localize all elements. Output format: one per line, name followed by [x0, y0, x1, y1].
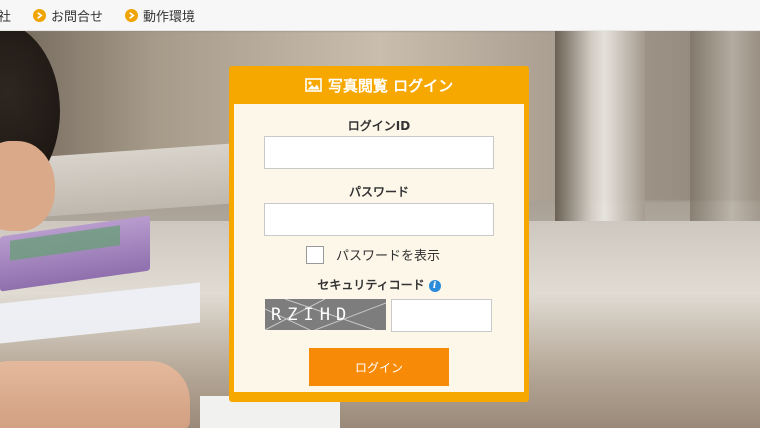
show-password-toggle[interactable]: パスワードを表示	[306, 245, 440, 264]
security-code-label-row: セキュリティコード i	[234, 276, 524, 293]
password-input[interactable]	[264, 203, 494, 236]
captcha-image: RZIHD	[265, 299, 386, 330]
security-code-label: セキュリティコード	[317, 278, 425, 292]
security-code-input[interactable]	[391, 299, 492, 332]
bg-child-arm	[0, 361, 190, 428]
nav-item-contact[interactable]: お問合せ	[33, 6, 103, 25]
arrow-circle-icon	[125, 8, 139, 22]
top-nav-bar: 社 お問合せ 動作環境	[0, 0, 760, 31]
nav-item-environment[interactable]: 動作環境	[125, 6, 195, 25]
password-label: パスワード	[348, 185, 409, 199]
show-password-checkbox[interactable]	[306, 245, 324, 264]
nav-item-label: お問合せ	[51, 9, 104, 25]
image-icon	[305, 78, 322, 92]
nav-item-label: 動作環境	[143, 9, 196, 25]
login-id-label: ログインID	[347, 119, 411, 133]
arrow-circle-icon	[33, 8, 47, 22]
show-password-label: パスワードを表示	[336, 249, 441, 264]
nav-item-label: 社	[0, 9, 12, 25]
login-form: ログインID パスワード パスワードを表示 セキュリティコード i RZIHD ロ…	[234, 104, 524, 392]
login-title: 写真閲覧 ログイン	[327, 76, 454, 95]
login-id-input[interactable]	[264, 136, 494, 169]
login-button[interactable]: ログイン	[309, 348, 449, 386]
nav-item-company[interactable]: 社	[0, 6, 11, 25]
info-icon[interactable]: i	[428, 279, 441, 292]
login-panel: 写真閲覧 ログイン ログインID パスワード パスワードを表示 セキュリティコー…	[229, 66, 529, 402]
captcha-text: RZIHD	[271, 304, 353, 325]
login-panel-header: 写真閲覧 ログイン	[234, 66, 524, 104]
